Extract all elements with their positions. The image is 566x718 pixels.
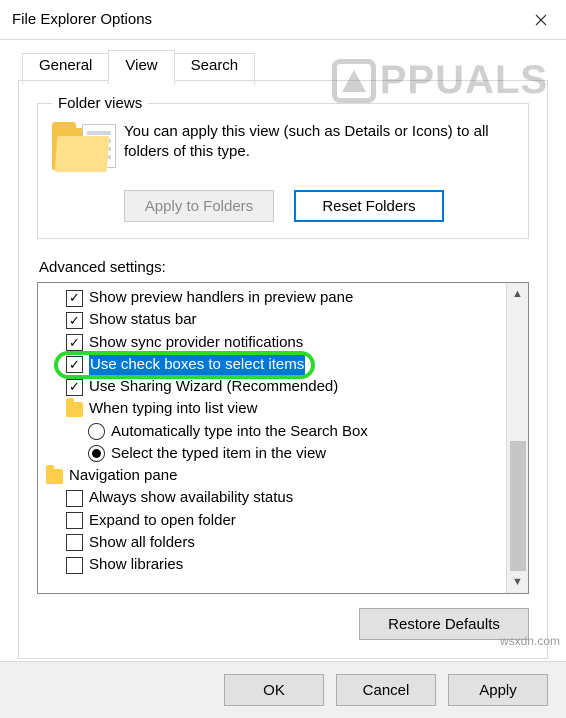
list-item-label: Show preview handlers in preview pane bbox=[89, 288, 353, 308]
folder-views-legend: Folder views bbox=[52, 95, 148, 112]
checkbox-icon[interactable] bbox=[66, 512, 83, 529]
list-item-label: Navigation pane bbox=[69, 466, 177, 486]
checkbox-icon[interactable] bbox=[66, 490, 83, 507]
dialog-button-bar: OK Cancel Apply bbox=[0, 661, 566, 718]
checkbox-icon[interactable]: ✓ bbox=[66, 312, 83, 329]
cancel-button[interactable]: Cancel bbox=[336, 674, 436, 706]
radio-icon[interactable] bbox=[88, 423, 105, 440]
list-item[interactable]: Always show availability status bbox=[44, 487, 504, 509]
folder-views-group: Folder views You can apply this view (su… bbox=[37, 95, 529, 239]
checkbox-icon[interactable]: ✓ bbox=[66, 334, 83, 351]
list-item[interactable]: ✓ Show sync provider notifications bbox=[44, 332, 504, 354]
list-item-label: Show libraries bbox=[89, 555, 183, 575]
list-item[interactable]: Select the typed item in the view bbox=[44, 443, 504, 465]
apply-to-folders-button[interactable]: Apply to Folders bbox=[124, 190, 274, 222]
list-item-label: Always show availability status bbox=[89, 488, 293, 508]
advanced-settings-label: Advanced settings: bbox=[39, 259, 529, 276]
reset-folders-button[interactable]: Reset Folders bbox=[294, 190, 444, 222]
checkbox-icon[interactable] bbox=[66, 534, 83, 551]
tab-panel-view: Folder views You can apply this view (su… bbox=[18, 80, 548, 659]
scroll-thumb[interactable] bbox=[510, 441, 526, 571]
list-item[interactable]: Show libraries bbox=[44, 554, 504, 576]
checkbox-icon[interactable]: ✓ bbox=[66, 356, 83, 373]
folder-icon bbox=[46, 469, 63, 484]
list-item[interactable]: When typing into list view bbox=[44, 398, 504, 420]
folder-icon bbox=[52, 122, 112, 178]
list-item[interactable]: Show all folders bbox=[44, 532, 504, 554]
scrollbar[interactable]: ▲ ▼ bbox=[506, 283, 528, 593]
list-item[interactable]: Expand to open folder bbox=[44, 510, 504, 532]
titlebar: File Explorer Options bbox=[0, 0, 566, 40]
source-label: wsxdn.com bbox=[500, 634, 560, 648]
list-item-label: Expand to open folder bbox=[89, 511, 236, 531]
folder-icon bbox=[66, 402, 83, 417]
list-item[interactable]: ✓ Use check boxes to select items bbox=[44, 354, 504, 376]
scroll-up-icon[interactable]: ▲ bbox=[512, 285, 523, 303]
window-title: File Explorer Options bbox=[12, 11, 152, 28]
apply-button[interactable]: Apply bbox=[448, 674, 548, 706]
radio-icon[interactable] bbox=[88, 445, 105, 462]
checkbox-icon[interactable] bbox=[66, 557, 83, 574]
list-item-label: Show sync provider notifications bbox=[89, 333, 303, 353]
list-item-label: Use Sharing Wizard (Recommended) bbox=[89, 377, 338, 397]
scroll-down-icon[interactable]: ▼ bbox=[512, 573, 523, 591]
list-item[interactable]: ✓ Show status bar bbox=[44, 309, 504, 331]
close-button[interactable] bbox=[516, 0, 566, 40]
list-item-label: When typing into list view bbox=[89, 399, 257, 419]
list-item-label: Select the typed item in the view bbox=[111, 444, 326, 464]
list-item-label: Show all folders bbox=[89, 533, 195, 553]
list-item[interactable]: ✓ Use Sharing Wizard (Recommended) bbox=[44, 376, 504, 398]
list-item[interactable]: ✓ Show preview handlers in preview pane bbox=[44, 287, 504, 309]
checkbox-icon[interactable]: ✓ bbox=[66, 290, 83, 307]
list-item[interactable]: Navigation pane bbox=[44, 465, 504, 487]
advanced-settings-list[interactable]: ✓ Show preview handlers in preview pane ✓ S… bbox=[37, 282, 529, 594]
tabstrip: General View Search bbox=[22, 50, 548, 81]
close-icon bbox=[535, 14, 547, 26]
list-item[interactable]: Automatically type into the Search Box bbox=[44, 421, 504, 443]
list-item-label: Automatically type into the Search Box bbox=[111, 422, 368, 442]
ok-button[interactable]: OK bbox=[224, 674, 324, 706]
folder-views-text: You can apply this view (such as Details… bbox=[124, 122, 514, 178]
list-item-label: Show status bar bbox=[89, 310, 197, 330]
list-item-label: Use check boxes to select items bbox=[89, 355, 305, 375]
checkbox-icon[interactable]: ✓ bbox=[66, 379, 83, 396]
tab-view[interactable]: View bbox=[108, 50, 174, 81]
